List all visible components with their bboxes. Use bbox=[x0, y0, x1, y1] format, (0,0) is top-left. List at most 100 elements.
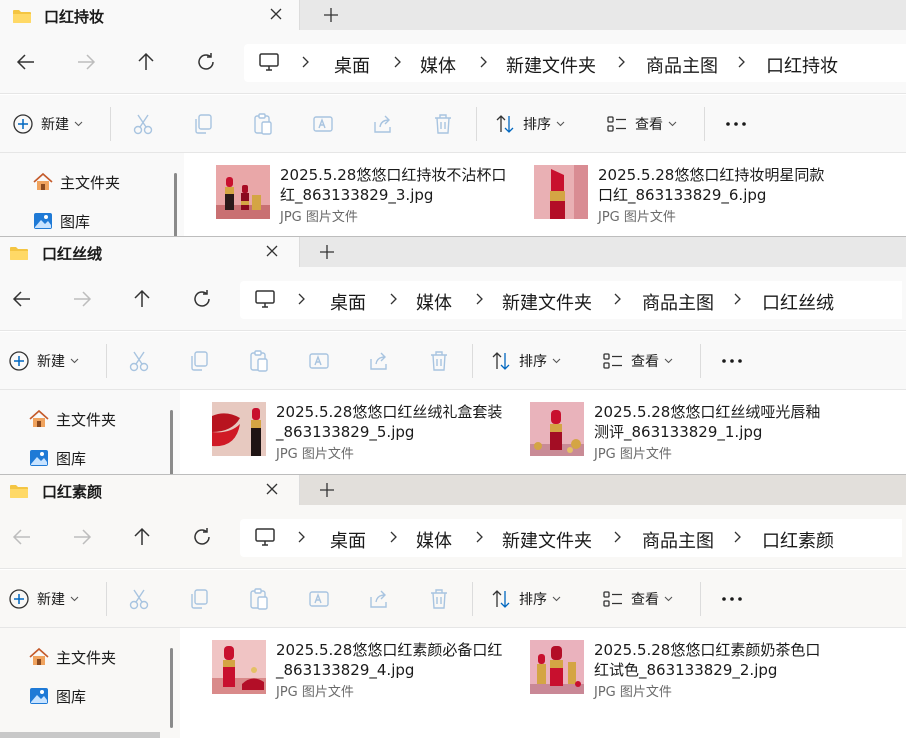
new-button[interactable]: 新建 bbox=[8, 349, 79, 373]
copy-icon[interactable] bbox=[192, 112, 214, 136]
breadcrumb-item-product-images[interactable]: 商品主图 bbox=[646, 52, 718, 78]
back-arrow-icon[interactable] bbox=[10, 287, 34, 311]
chevron-right-icon[interactable] bbox=[732, 530, 744, 544]
chevron-right-icon[interactable] bbox=[388, 292, 400, 306]
sort-arrows-icon bbox=[496, 115, 514, 133]
sort-button[interactable]: 排序 bbox=[490, 349, 561, 373]
close-icon[interactable] bbox=[266, 4, 286, 24]
sidebar-item-home[interactable]: 主文件夹 bbox=[28, 644, 116, 670]
scrollbar[interactable] bbox=[174, 173, 177, 236]
breadcrumb-item-current[interactable]: 口红持妆 bbox=[766, 52, 838, 78]
more-options-icon[interactable] bbox=[720, 587, 744, 611]
sidebar-item-gallery[interactable]: 图库 bbox=[28, 683, 86, 709]
chevron-right-icon[interactable] bbox=[474, 530, 486, 544]
chevron-right-icon[interactable] bbox=[392, 55, 404, 69]
paste-icon[interactable] bbox=[252, 112, 274, 136]
breadcrumb-item-current[interactable]: 口红素颜 bbox=[762, 527, 834, 553]
share-icon[interactable] bbox=[368, 349, 390, 373]
refresh-icon[interactable] bbox=[194, 50, 218, 74]
new-button[interactable]: 新建 bbox=[12, 112, 83, 136]
tab-active[interactable]: 口红丝绒 bbox=[0, 237, 300, 267]
paste-icon[interactable] bbox=[248, 587, 270, 611]
chevron-right-icon[interactable] bbox=[612, 530, 624, 544]
breadcrumb-item-product-images[interactable]: 商品主图 bbox=[642, 289, 714, 315]
delete-icon[interactable] bbox=[432, 112, 454, 136]
refresh-icon[interactable] bbox=[190, 287, 214, 311]
rename-icon[interactable] bbox=[308, 587, 330, 611]
chevron-right-icon[interactable] bbox=[388, 530, 400, 544]
delete-icon[interactable] bbox=[428, 349, 450, 373]
up-arrow-icon[interactable] bbox=[130, 525, 154, 549]
breadcrumb-item-media[interactable]: 媒体 bbox=[416, 289, 452, 315]
more-options-icon[interactable] bbox=[720, 349, 744, 373]
delete-icon[interactable] bbox=[428, 587, 450, 611]
computer-icon[interactable] bbox=[254, 289, 276, 309]
chevron-right-icon[interactable] bbox=[612, 292, 624, 306]
sort-button[interactable]: 排序 bbox=[494, 112, 565, 136]
breadcrumb-item-product-images[interactable]: 商品主图 bbox=[642, 527, 714, 553]
refresh-icon[interactable] bbox=[190, 525, 214, 549]
more-options-icon[interactable] bbox=[724, 112, 748, 136]
share-icon[interactable] bbox=[372, 112, 394, 136]
toolbar-divider bbox=[472, 344, 473, 378]
cut-icon[interactable] bbox=[128, 349, 150, 373]
new-button[interactable]: 新建 bbox=[8, 587, 79, 611]
sidebar-item-home[interactable]: 主文件夹 bbox=[28, 406, 116, 432]
up-arrow-icon[interactable] bbox=[130, 287, 154, 311]
chevron-right-icon[interactable] bbox=[732, 292, 744, 306]
sidebar-item-gallery[interactable]: 图库 bbox=[28, 445, 86, 471]
breadcrumb-item-new-folder[interactable]: 新建文件夹 bbox=[502, 527, 592, 553]
breadcrumb-item-media[interactable]: 媒体 bbox=[420, 52, 456, 78]
computer-icon[interactable] bbox=[254, 527, 276, 547]
address-bar[interactable]: 桌面 媒体 新建文件夹 商品主图 口红丝绒 bbox=[240, 281, 902, 319]
breadcrumb-item-desktop[interactable]: 桌面 bbox=[330, 289, 366, 315]
breadcrumb-item-desktop[interactable]: 桌面 bbox=[334, 52, 370, 78]
breadcrumb-item-new-folder[interactable]: 新建文件夹 bbox=[502, 289, 592, 315]
tab-active[interactable]: 口红持妆 bbox=[0, 0, 300, 30]
view-button[interactable]: 查看 bbox=[602, 349, 673, 373]
chevron-right-icon[interactable] bbox=[474, 292, 486, 306]
chevron-right-icon[interactable] bbox=[296, 530, 308, 544]
forward-arrow-icon[interactable] bbox=[70, 287, 94, 311]
new-tab-icon[interactable] bbox=[316, 479, 338, 501]
chevron-right-icon[interactable] bbox=[300, 55, 312, 69]
tab-active[interactable]: 口红素颜 bbox=[0, 475, 300, 505]
chevron-right-icon[interactable] bbox=[736, 55, 748, 69]
sidebar-item-home[interactable]: 主文件夹 bbox=[32, 169, 120, 195]
copy-icon[interactable] bbox=[188, 349, 210, 373]
address-bar[interactable]: 桌面 媒体 新建文件夹 商品主图 口红素颜 bbox=[240, 519, 902, 557]
forward-arrow-icon[interactable] bbox=[70, 525, 94, 549]
back-arrow-icon[interactable] bbox=[14, 50, 38, 74]
view-button[interactable]: 查看 bbox=[606, 112, 677, 136]
chevron-right-icon[interactable] bbox=[296, 292, 308, 306]
breadcrumb-item-new-folder[interactable]: 新建文件夹 bbox=[506, 52, 596, 78]
rename-icon[interactable] bbox=[308, 349, 330, 373]
address-bar[interactable]: 桌面 媒体 新建文件夹 商品主图 口红持妆 bbox=[244, 44, 906, 82]
close-icon[interactable] bbox=[262, 479, 282, 499]
rename-icon[interactable] bbox=[312, 112, 334, 136]
view-button[interactable]: 查看 bbox=[602, 587, 673, 611]
share-icon[interactable] bbox=[368, 587, 390, 611]
new-tab-icon[interactable] bbox=[320, 4, 342, 26]
sidebar-item-gallery[interactable]: 图库 bbox=[32, 208, 90, 234]
scrollbar[interactable] bbox=[170, 410, 173, 474]
chevron-right-icon[interactable] bbox=[616, 55, 628, 69]
chevron-right-icon[interactable] bbox=[478, 55, 490, 69]
sort-button[interactable]: 排序 bbox=[490, 587, 561, 611]
new-tab-icon[interactable] bbox=[316, 241, 338, 263]
close-icon[interactable] bbox=[262, 241, 282, 261]
up-arrow-icon[interactable] bbox=[134, 50, 158, 74]
command-bar: 新建 排序 查看 bbox=[0, 332, 906, 390]
cut-icon[interactable] bbox=[128, 587, 150, 611]
forward-arrow-icon[interactable] bbox=[74, 50, 98, 74]
breadcrumb-item-media[interactable]: 媒体 bbox=[416, 527, 452, 553]
cut-icon[interactable] bbox=[132, 112, 154, 136]
copy-icon[interactable] bbox=[188, 587, 210, 611]
breadcrumb-item-desktop[interactable]: 桌面 bbox=[330, 527, 366, 553]
scrollbar[interactable] bbox=[170, 648, 173, 728]
horizontal-scrollbar[interactable] bbox=[0, 732, 160, 738]
breadcrumb-item-current[interactable]: 口红丝绒 bbox=[762, 289, 834, 315]
back-arrow-icon[interactable] bbox=[10, 525, 34, 549]
paste-icon[interactable] bbox=[248, 349, 270, 373]
computer-icon[interactable] bbox=[258, 52, 280, 72]
